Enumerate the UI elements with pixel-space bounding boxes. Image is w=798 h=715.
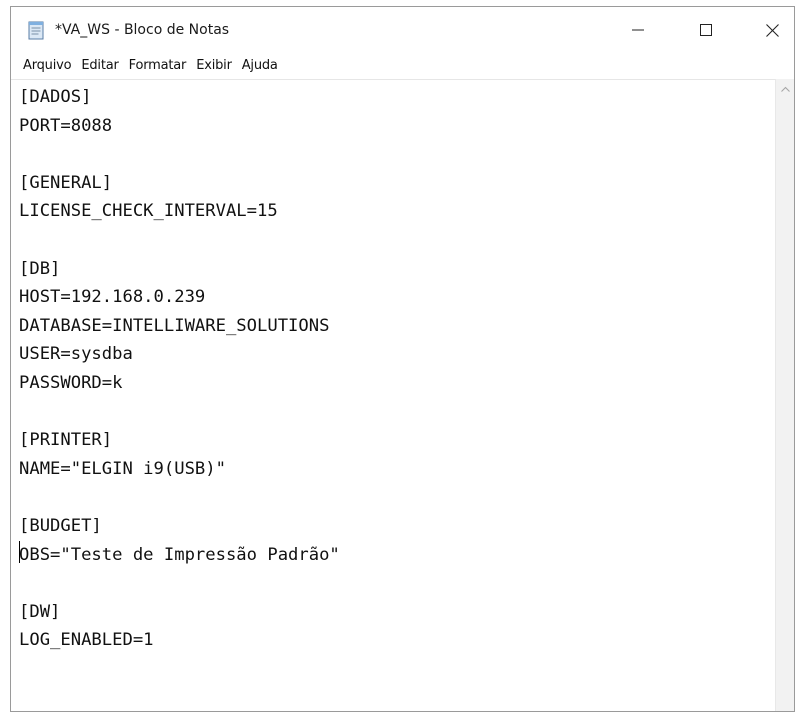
text-editor[interactable]: [DADOS] PORT=8088 [GENERAL] LICENSE_CHEC…	[11, 79, 776, 711]
notepad-icon	[28, 21, 44, 40]
close-icon	[765, 23, 779, 37]
maximize-icon	[700, 24, 712, 36]
window-title: *VA_WS - Bloco de Notas	[55, 22, 230, 38]
title-bar[interactable]: *VA_WS - Bloco de Notas	[11, 7, 794, 53]
minimize-icon	[632, 29, 644, 31]
minimize-button[interactable]	[615, 7, 661, 53]
editor-content[interactable]: [DADOS] PORT=8088 [GENERAL] LICENSE_CHEC…	[11, 80, 776, 655]
menu-ajuda[interactable]: Ajuda	[240, 58, 286, 73]
text-caret	[19, 541, 20, 563]
menu-exibir[interactable]: Exibir	[194, 58, 240, 73]
scroll-up-arrow-icon[interactable]	[776, 81, 794, 97]
menu-arquivo[interactable]: Arquivo	[21, 58, 79, 73]
close-button[interactable]	[749, 7, 795, 53]
vertical-scrollbar[interactable]	[775, 79, 794, 711]
maximize-button[interactable]	[683, 7, 729, 53]
menu-editar[interactable]: Editar	[79, 58, 126, 73]
menu-bar: Arquivo Editar Formatar Exibir Ajuda	[11, 53, 794, 77]
notepad-window: *VA_WS - Bloco de Notas Arquivo Editar F…	[10, 6, 795, 712]
menu-formatar[interactable]: Formatar	[127, 58, 195, 73]
